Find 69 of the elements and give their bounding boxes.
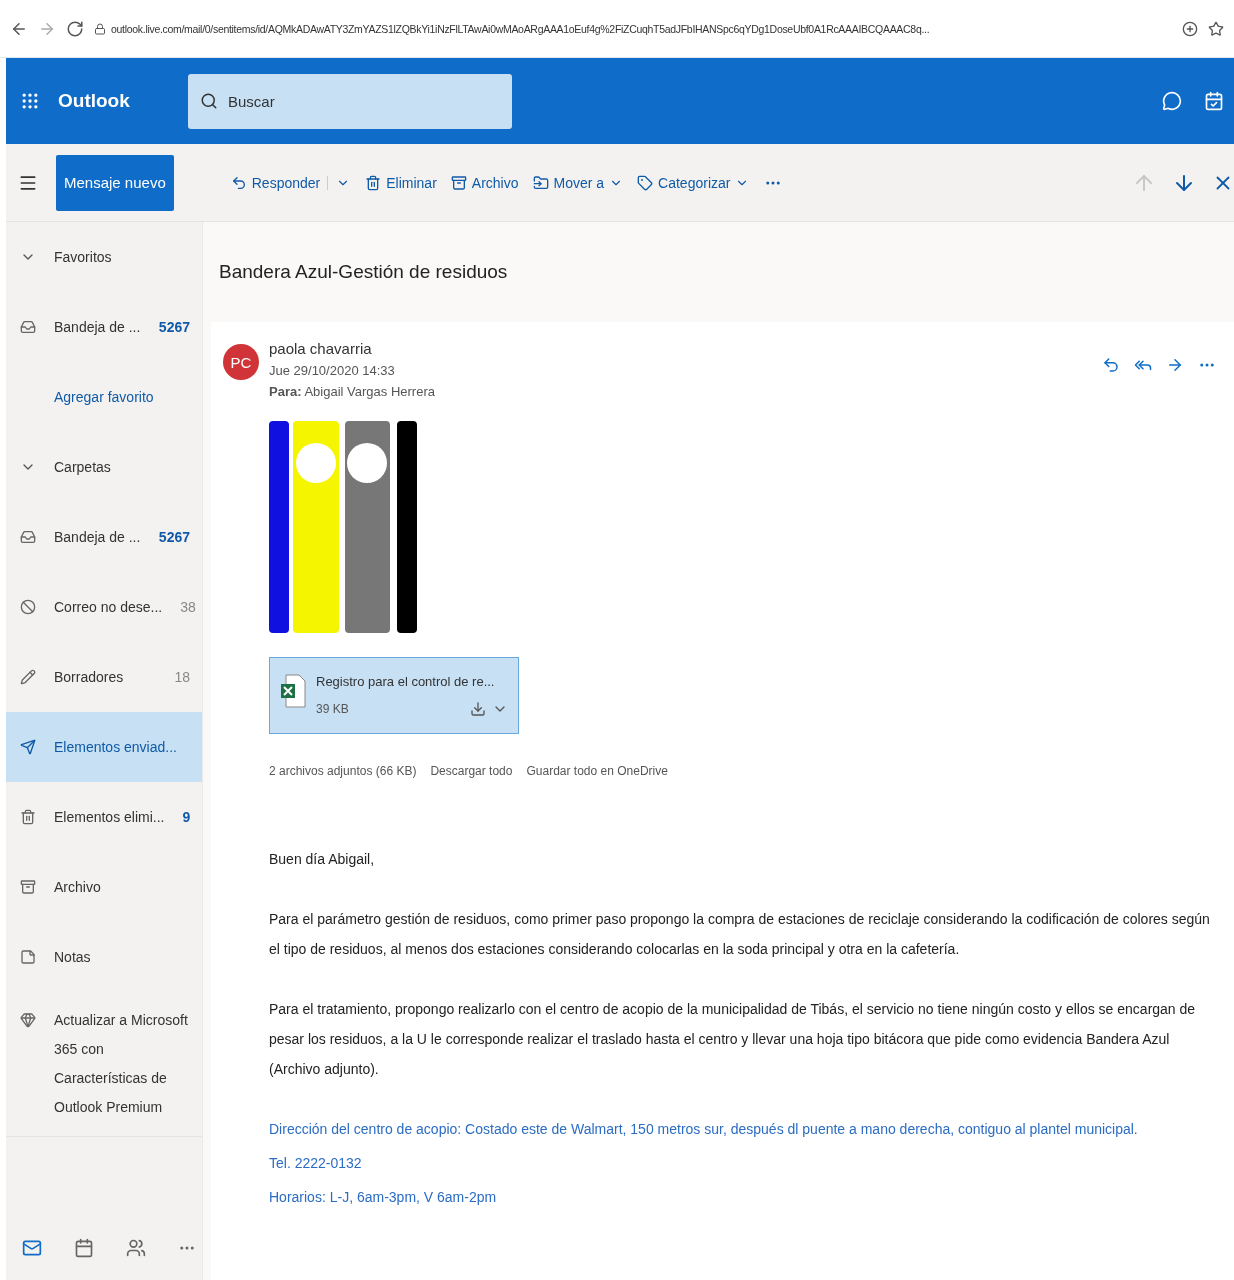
tag-icon bbox=[637, 174, 654, 191]
archive-icon bbox=[450, 174, 467, 191]
search-icon bbox=[200, 92, 218, 110]
star-icon[interactable] bbox=[1208, 20, 1224, 37]
people-icon[interactable] bbox=[126, 1238, 146, 1258]
folder-item[interactable]: Borradores 18 bbox=[6, 642, 202, 712]
app-name: Outlook bbox=[58, 90, 131, 112]
save-to-onedrive-link[interactable]: Guardar todo en OneDrive bbox=[526, 764, 668, 778]
folder-item[interactable]: Correo no dese... 38 bbox=[6, 572, 202, 642]
folder-section[interactable]: Favoritos bbox=[6, 222, 202, 292]
mail-icon[interactable] bbox=[22, 1238, 42, 1258]
search-field[interactable]: Buscar bbox=[188, 73, 512, 129]
folder-icon bbox=[20, 529, 36, 545]
download-icon[interactable] bbox=[470, 701, 486, 717]
folder-item[interactable]: Elementos enviad... bbox=[6, 712, 202, 782]
sender-avatar: PC bbox=[223, 344, 259, 380]
message-paragraph: Buen día Abigail, bbox=[269, 850, 376, 869]
reply-icon bbox=[230, 174, 247, 191]
add-icon[interactable] bbox=[1182, 20, 1198, 37]
toolbar-button[interactable]: Mover a bbox=[525, 174, 631, 191]
message-subject: Bandera Azul-Gestión de residuos bbox=[218, 260, 509, 284]
search-placeholder: Buscar bbox=[228, 92, 275, 110]
message-paragraph: Para el tratamiento, propongo realizarlo con el centro de acopio de la municipalidad de Tibás, el servicio no tiene ningún costo y ellos se encargan de pesar los residuos, a la U le corresponde realizar el traslado hasta el centro y llevar una hoja tipo bitácora que pide como evidencia Bandera Azul (Archivo adjunto). bbox=[269, 1000, 1197, 1079]
calendar-icon[interactable] bbox=[74, 1238, 94, 1258]
forward-icon[interactable] bbox=[1166, 356, 1184, 374]
toolbar-button[interactable]: Responder bbox=[223, 174, 328, 191]
folder-icon bbox=[20, 879, 36, 895]
message-date: Jue 29/10/2020 14:33 bbox=[269, 363, 396, 378]
trash-icon bbox=[365, 174, 382, 191]
folder-icon bbox=[20, 809, 36, 825]
folder-item[interactable]: Elementos elimi... 9 bbox=[6, 782, 202, 852]
download-all-link[interactable]: Descargar todo bbox=[430, 764, 513, 778]
new-message-button[interactable]: Mensaje nuevo bbox=[56, 154, 174, 211]
upgrade-link[interactable]: Actualizar a Microsoft 365 con Características de Outlook Premium bbox=[54, 1006, 188, 1122]
folder-item[interactable]: Bandeja de ... 5267 bbox=[6, 292, 202, 362]
chat-icon[interactable] bbox=[1162, 91, 1182, 111]
folder-icon bbox=[20, 669, 36, 685]
attachment-size: 39 KB bbox=[316, 702, 350, 716]
folder-move-icon bbox=[532, 174, 549, 191]
recipient-name: Abigail Vargas Herrera bbox=[304, 384, 435, 399]
folder-icon bbox=[20, 319, 36, 335]
spreadsheet-file-icon bbox=[280, 674, 306, 708]
folder-icon bbox=[20, 739, 36, 755]
folder-item[interactable]: Archivo bbox=[6, 852, 202, 922]
toolbar-button[interactable]: Archivo bbox=[443, 174, 526, 191]
add-favorite-link[interactable]: Agregar favorito bbox=[6, 362, 154, 432]
toolbar-button[interactable]: Categorizar bbox=[630, 174, 757, 191]
folder-item[interactable]: Notas bbox=[6, 922, 202, 992]
folder-item[interactable]: Bandeja de ... 5267 bbox=[6, 502, 202, 572]
reload-icon[interactable] bbox=[66, 19, 84, 38]
to-label: Para: bbox=[269, 384, 302, 399]
reply-icon[interactable] bbox=[1102, 356, 1120, 374]
address-link[interactable]: Tel. 2222-0132 bbox=[269, 1148, 1214, 1178]
message-paragraph: Para el parámetro gestión de residuos, como primer paso propongo la compra de estaciones de reciclaje considerando la codificación de colores según el tipo de residuos, al menos dos estaciones considerando colocarlas en la soda principal y otra en la cafetería. bbox=[269, 910, 1211, 959]
attachment-card[interactable]: Registro para el control de re... 39 KB bbox=[269, 657, 519, 734]
toolbar-button[interactable]: Eliminar bbox=[358, 174, 444, 191]
address-bar-url[interactable]: outlook.live.com/mail/0/sentitems/id/AQMkADAwATY3ZmYAZS1lZQBkYi1iNzFlLTAwAi0wMAoARgAAA1oEuf4g%2FiZCuqhT5adJFbIHANSpc6qYDg1DoseUbf0A1RcAAAIBCQAAAC8q... bbox=[111, 22, 930, 35]
sender-name: paola chavarria bbox=[269, 340, 373, 357]
folder-section[interactable]: Carpetas bbox=[6, 432, 202, 502]
folder-icon bbox=[20, 599, 36, 615]
diamond-icon bbox=[20, 1012, 36, 1028]
app-launcher-icon[interactable] bbox=[20, 91, 40, 111]
address-link[interactable]: Horarios: L-J, 6am-3pm, V 6am-2pm bbox=[269, 1182, 1214, 1212]
attachment-name: Registro para el control de re... bbox=[316, 674, 496, 689]
address-link[interactable]: Dirección del centro de acopio: Costado este de Walmart, 150 metros sur, después dl puente a mano derecha, contiguo al plantel municipal. bbox=[269, 1114, 1214, 1144]
lock-icon bbox=[94, 22, 106, 35]
calendar-check-icon[interactable] bbox=[1204, 91, 1224, 111]
attachments-summary: 2 archivos adjuntos (66 KB) bbox=[269, 764, 417, 778]
folder-icon bbox=[20, 949, 36, 965]
